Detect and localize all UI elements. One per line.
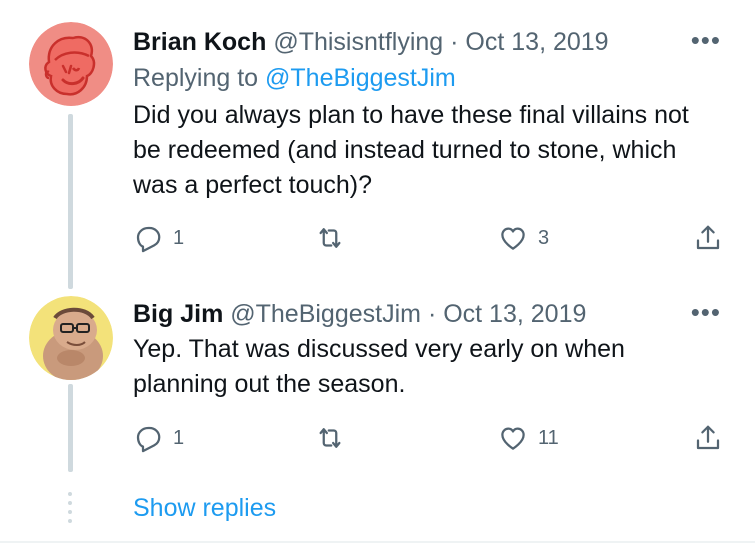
reply-icon [136,226,161,253]
replying-mention-link[interactable]: @TheBiggestJim [265,64,456,92]
tweet-text-line: planning out the season. [133,370,406,398]
share-icon [696,425,720,450]
tweet-text-line: was a perfect touch)? [133,171,373,199]
tweet-text-line: Yep. That was discussed very early on wh… [133,335,625,363]
thread-line [68,114,73,289]
cartoon-face-avatar-icon [29,22,113,106]
author-handle[interactable]: @TheBiggestJim [230,300,421,328]
character-photo-avatar-icon [29,296,113,380]
heart-icon [501,227,525,250]
share-button[interactable] [693,423,723,453]
separator: · [450,28,459,56]
tweet-header: Brian Koch @Thisisntflying · Oct 13, 201… [133,27,609,57]
reply-count: 1 [173,226,185,249]
retweet-button[interactable] [315,223,355,253]
heart-icon [501,427,525,450]
thread-dots [68,492,73,528]
retweet-button[interactable] [315,423,355,453]
reply-button[interactable]: 1 [133,223,184,253]
like-count: 3 [538,226,550,249]
like-button[interactable]: 3 [498,223,549,253]
share-button[interactable] [693,223,723,253]
retweet-icon [319,428,341,448]
replying-prefix: Replying to [133,64,259,92]
reply-icon [136,426,161,453]
tweet-text: Did you always plan to have these final … [133,98,723,203]
tweet-text-line: be redeemed (and instead turned to stone… [133,136,677,164]
more-dots-icon[interactable]: ••• [691,27,721,53]
author-name[interactable]: Brian Koch [133,28,266,56]
tweet[interactable]: Brian Koch @Thisisntflying · Oct 13, 201… [0,0,755,292]
tweet-text: Yep. That was discussed very early on wh… [133,332,723,402]
avatar[interactable] [29,296,113,380]
author-name[interactable]: Big Jim [133,300,223,328]
show-replies-link[interactable]: Show replies [133,494,276,523]
avatar[interactable] [29,22,113,106]
show-replies-row[interactable]: Show replies [0,484,755,540]
like-button[interactable]: 11 [498,423,559,453]
tweet-date[interactable]: Oct 13, 2019 [443,300,586,328]
more-dots-icon[interactable]: ••• [691,299,721,325]
reply-button[interactable]: 1 [133,423,184,453]
tweet-text-line: Did you always plan to have these final … [133,101,689,129]
like-count: 11 [538,426,559,449]
thread-line [68,384,73,472]
retweet-icon [319,228,341,248]
tweet[interactable]: Big Jim @TheBiggestJim · Oct 13, 2019 ••… [0,292,755,484]
tweet-header: Big Jim @TheBiggestJim · Oct 13, 2019 [133,299,586,329]
replying-to: Replying to @TheBiggestJim [133,63,456,93]
tweet-date[interactable]: Oct 13, 2019 [465,28,608,56]
separator: · [427,300,437,328]
author-handle[interactable]: @Thisisntflying [273,28,443,56]
divider [0,541,755,543]
share-icon [696,225,720,250]
reply-count: 1 [173,426,185,449]
action-bar: 1 3 [133,223,728,259]
action-bar: 1 11 [133,423,728,459]
